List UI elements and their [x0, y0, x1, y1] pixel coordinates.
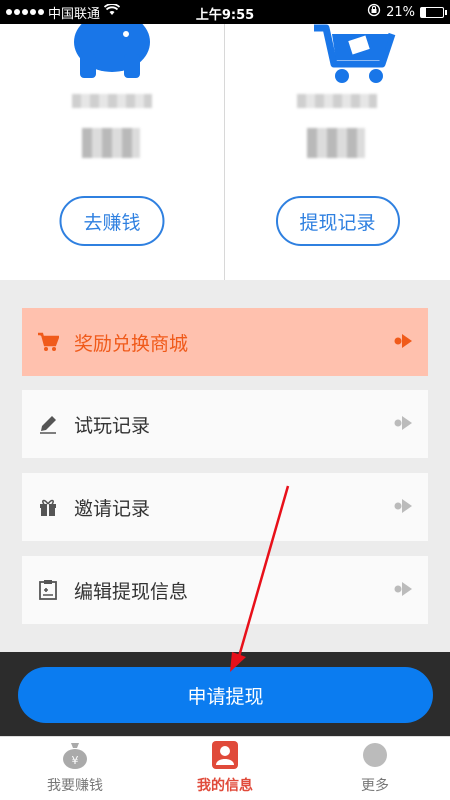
earn-money-button[interactable]: 去赚钱: [59, 196, 165, 246]
svg-text:¥: ¥: [72, 754, 79, 767]
pencil-icon: [22, 414, 74, 434]
masked-withdraw-value: [307, 128, 365, 158]
clipboard-icon: [22, 579, 74, 601]
menu-item-label: 奖励兑换商城: [74, 332, 189, 355]
tab-my-info[interactable]: 我的信息: [150, 737, 300, 800]
gift-icon: [22, 497, 74, 517]
earnings-card: 去赚钱: [0, 12, 225, 280]
status-bar: 中国联通 上午9:55 21%: [0, 0, 450, 24]
battery-icon: [420, 6, 447, 18]
more-icon: [360, 741, 390, 773]
orientation-lock-icon: [367, 3, 381, 21]
withdraw-history-button[interactable]: 提现记录: [275, 196, 400, 246]
menu-item-edit-withdraw-info[interactable]: 编辑提现信息: [22, 556, 428, 624]
battery-percent: 21%: [386, 4, 415, 20]
tab-label: 我的信息: [197, 778, 253, 794]
menu-item-invite-records[interactable]: 邀请记录: [22, 473, 428, 541]
menu-item-trial-records[interactable]: 试玩记录: [22, 390, 428, 458]
tab-bar: ¥ 我要赚钱 我的信息 更多: [0, 736, 450, 800]
account-summary: 去赚钱 提现记录: [0, 12, 450, 280]
menu-item-label: 邀请记录: [74, 497, 151, 520]
menu-item-label: 编辑提现信息: [74, 580, 189, 603]
battery-level: [421, 7, 426, 17]
tab-more[interactable]: 更多: [300, 737, 450, 800]
menu-item-label: 试玩记录: [74, 414, 151, 437]
chevron-right-icon: [394, 497, 414, 519]
cart-icon: [22, 332, 74, 352]
masked-balance: [82, 128, 140, 158]
user-profile-icon: [210, 741, 240, 773]
tab-earn-money[interactable]: ¥ 我要赚钱: [0, 737, 150, 800]
menu-list: 奖励兑换商城 试玩记录 邀请记录 编辑提现信息: [0, 280, 450, 652]
chevron-right-icon: [394, 580, 414, 602]
menu-item-reward-mall[interactable]: 奖励兑换商城: [22, 308, 428, 376]
chevron-right-icon: [394, 332, 414, 354]
apply-withdraw-button[interactable]: 申请提现: [18, 667, 433, 723]
status-right: 21%: [367, 0, 447, 24]
masked-account-name: [72, 94, 152, 108]
piggy-bank-icon: [62, 12, 162, 86]
chevron-right-icon: [394, 414, 414, 436]
tab-label: 我要赚钱: [47, 778, 103, 794]
money-bag-icon: ¥: [60, 741, 90, 773]
masked-withdraw-name: [297, 94, 377, 108]
shopping-cart-icon: [310, 24, 400, 90]
tab-label: 更多: [361, 778, 389, 794]
withdraw-card: 提现记录: [225, 24, 450, 280]
